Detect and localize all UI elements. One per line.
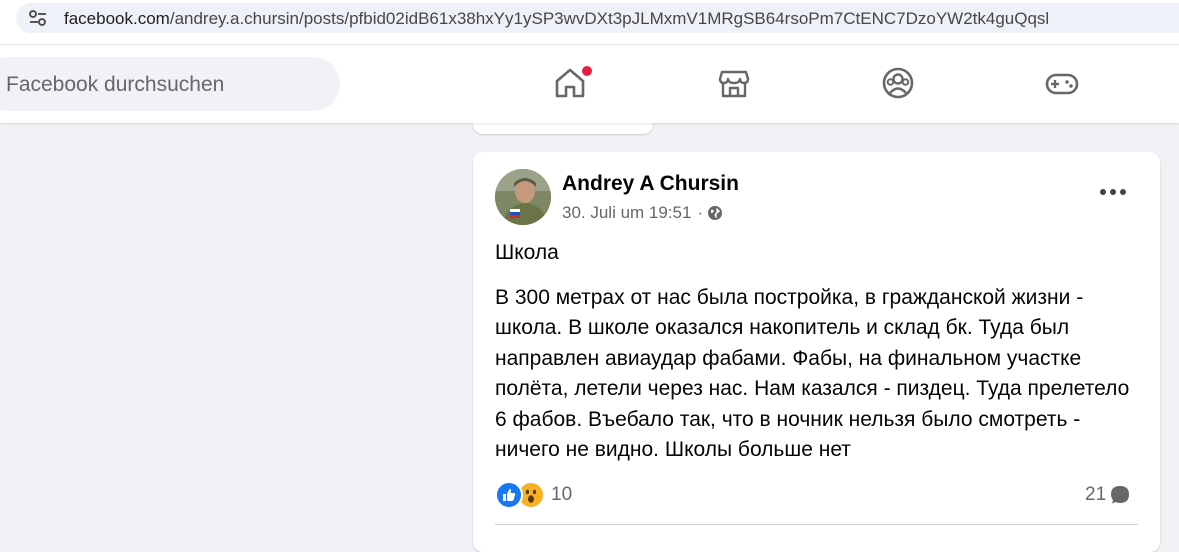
facebook-top-bar bbox=[0, 45, 1179, 123]
post-meta: 30. Juli um 19:51 · bbox=[562, 203, 723, 223]
post-timestamp[interactable]: 30. Juli um 19:51 bbox=[562, 203, 691, 223]
like-icon bbox=[495, 481, 523, 509]
post-body: В 300 метрах от нас была постройка, в гр… bbox=[495, 285, 1130, 462]
notification-dot bbox=[580, 64, 594, 78]
post-author[interactable]: Andrey A Chursin bbox=[562, 172, 739, 196]
url-text: facebook.com/andrey.a.chursin/posts/pfbi… bbox=[64, 9, 1049, 29]
store-icon bbox=[718, 70, 750, 98]
nav-home[interactable] bbox=[552, 64, 594, 101]
meta-separator: · bbox=[697, 203, 704, 222]
more-dots-icon bbox=[1100, 189, 1106, 195]
site-info-icon[interactable] bbox=[28, 9, 48, 27]
groups-icon bbox=[882, 67, 914, 99]
nav-gaming[interactable] bbox=[1044, 65, 1080, 101]
nav-groups[interactable] bbox=[880, 65, 916, 101]
more-dot bbox=[1120, 189, 1126, 195]
reaction-count: 10 bbox=[551, 484, 573, 505]
comment-icon bbox=[1111, 486, 1130, 504]
search-input[interactable] bbox=[4, 57, 328, 113]
post-title: Школа bbox=[495, 241, 559, 264]
url-path: /andrey.a.chursin/posts/pfbid02idB61x38h… bbox=[169, 9, 1050, 28]
reactions-summary[interactable]: 10 bbox=[495, 480, 572, 510]
post-content: Школа В 300 метрах от нас была постройка… bbox=[495, 238, 1145, 466]
globe-icon bbox=[708, 206, 723, 220]
post-options-button[interactable] bbox=[1095, 178, 1131, 206]
url-host: facebook.com bbox=[64, 9, 170, 28]
comment-count-text: 21 bbox=[1085, 484, 1107, 505]
post-card: Andrey A Chursin 30. Juli um 19:51 · Шко… bbox=[473, 152, 1160, 552]
more-dot bbox=[1110, 189, 1116, 195]
gamepad-icon bbox=[1045, 73, 1079, 95]
search-box bbox=[0, 57, 340, 113]
post-divider bbox=[495, 524, 1138, 525]
avatar[interactable] bbox=[495, 169, 551, 225]
browser-address-bar: facebook.com/andrey.a.chursin/posts/pfbi… bbox=[0, 0, 1179, 45]
nav-marketplace[interactable] bbox=[716, 65, 752, 101]
comment-count[interactable]: 21 bbox=[1085, 480, 1131, 510]
url-field[interactable]: facebook.com/andrey.a.chursin/posts/pfbi… bbox=[16, 3, 1179, 33]
